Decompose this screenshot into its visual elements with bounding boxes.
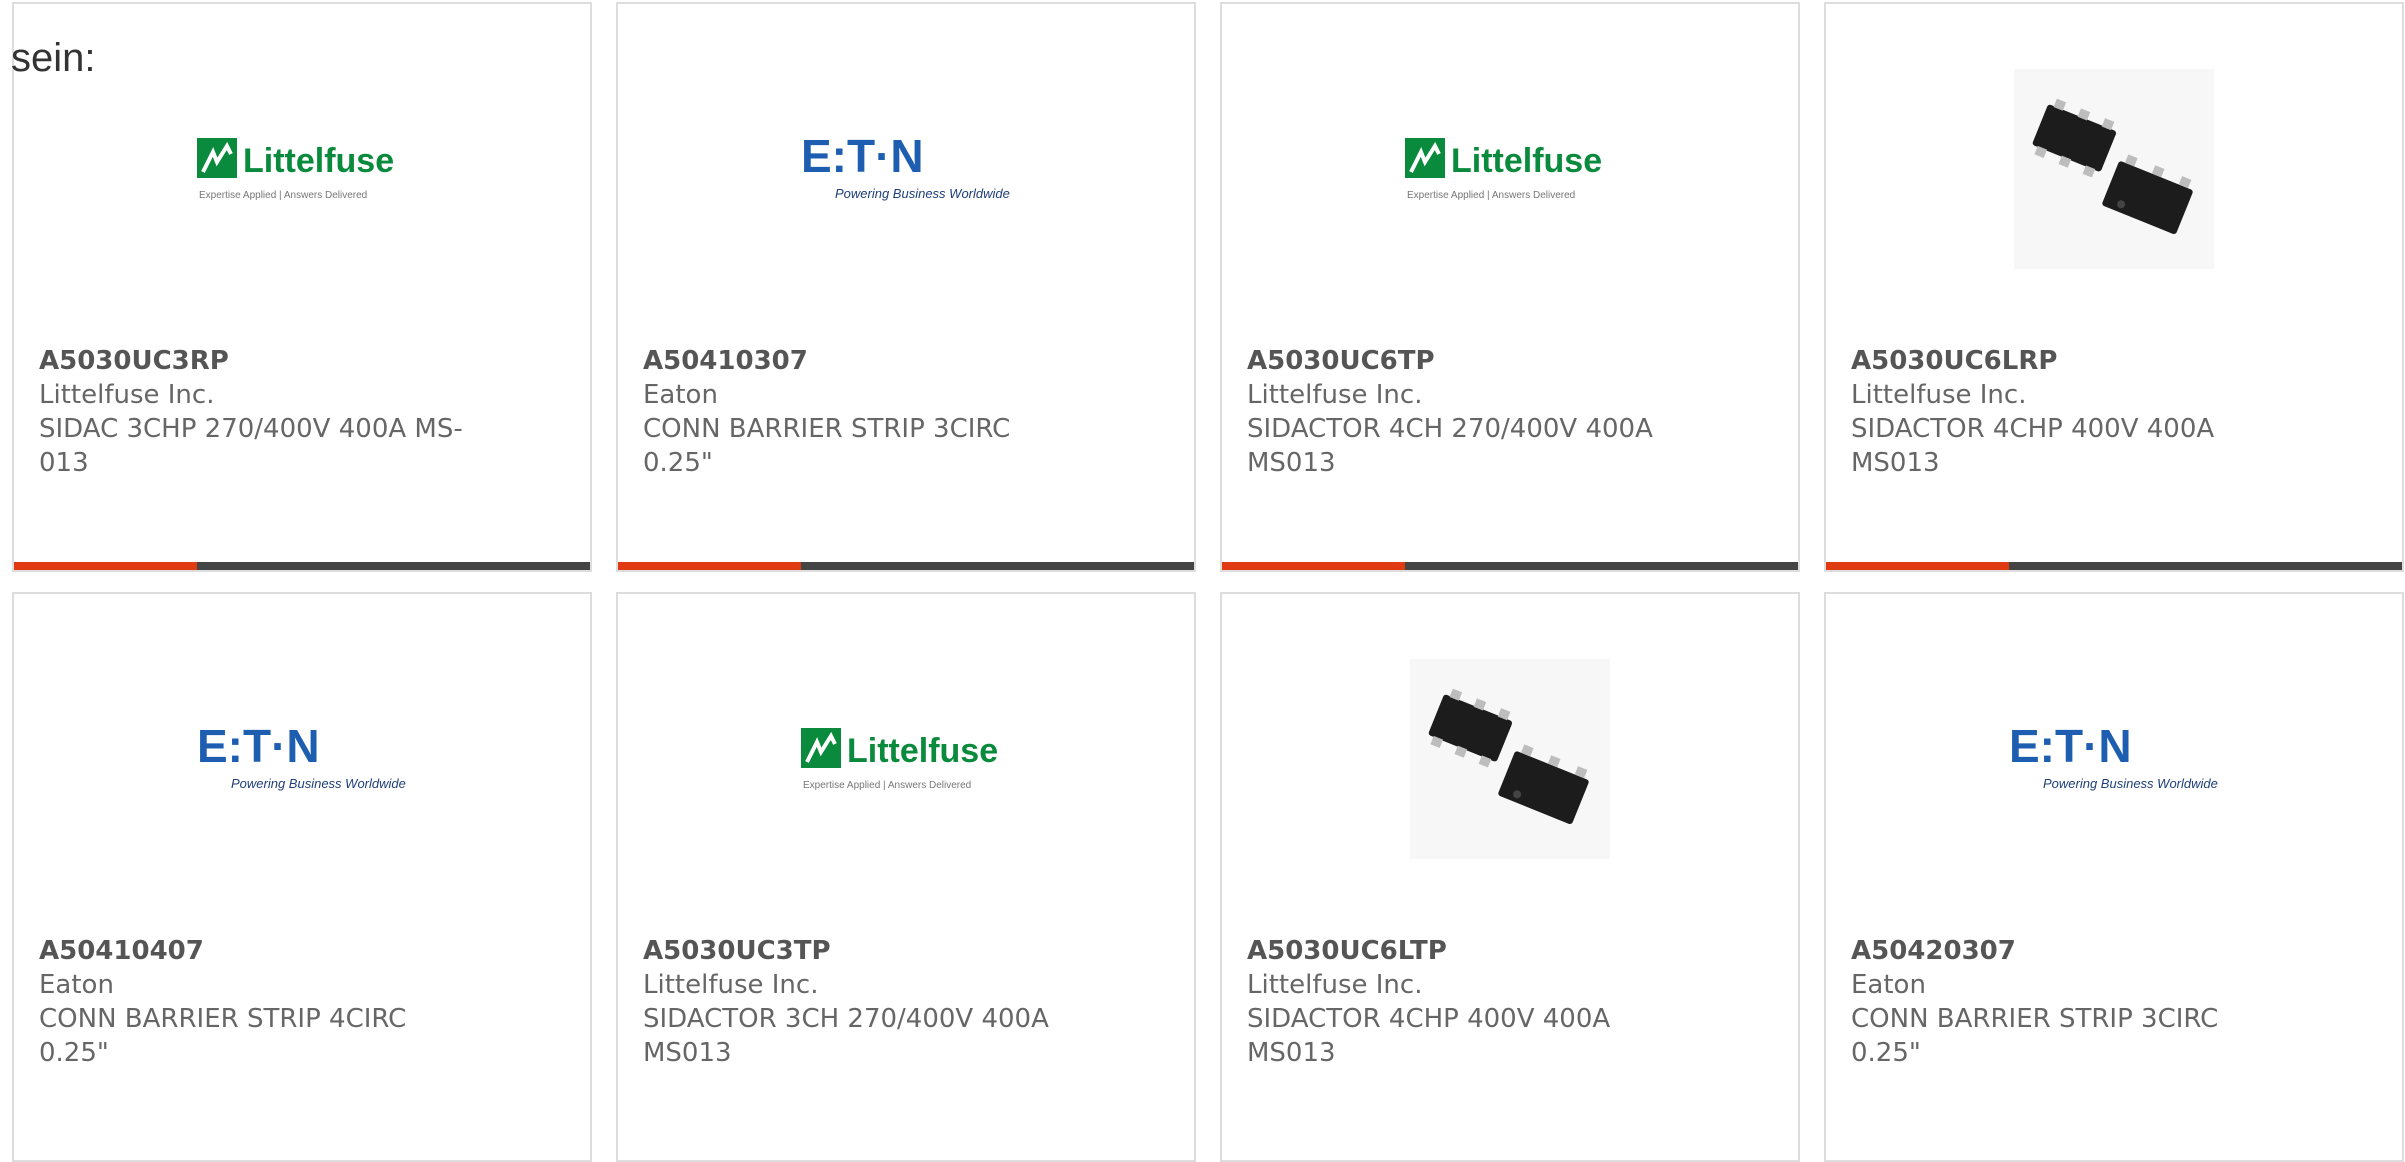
svg-text:Littelfuse: Littelfuse	[1451, 142, 1602, 180]
card-accent-bar	[14, 562, 197, 570]
product-info: A5030UC6TP Littelfuse Inc. SIDACTOR 4CH …	[1247, 344, 1687, 480]
part-number[interactable]: A5030UC6LRP	[1851, 344, 2291, 378]
description-line-1: CONN BARRIER STRIP 3CIRC	[643, 414, 1011, 444]
product-info: A5030UC6LRP Littelfuse Inc. SIDACTOR 4CH…	[1851, 344, 2291, 480]
product-image[interactable]	[1826, 64, 2402, 274]
svg-text:Powering Business Worldwide: Powering Business Worldwide	[231, 776, 406, 791]
littelfuse-logo: Littelfuse Expertise Applied | Answers D…	[197, 138, 394, 201]
product-info: A5030UC3RP Littelfuse Inc. SIDAC 3CHP 27…	[39, 344, 479, 480]
manufacturer: Littelfuse Inc.	[39, 380, 215, 410]
card-bottom-bar	[14, 562, 590, 570]
manufacturer: Littelfuse Inc.	[643, 970, 819, 1000]
card-bottom-bar	[1826, 562, 2402, 570]
part-number[interactable]: A50410307	[643, 344, 1083, 378]
eaton-logo: E:T·N Powering Business Worldwide	[197, 720, 406, 791]
product-grid: Littelfuse Expertise Applied | Answers D…	[12, 2, 2404, 1162]
manufacturer: Eaton	[1851, 970, 1926, 1000]
description-line-2: MS013	[1247, 1038, 1336, 1068]
description-line-2: MS013	[643, 1038, 732, 1068]
svg-text:Expertise Applied | Answers De: Expertise Applied | Answers Delivered	[803, 780, 971, 791]
svg-text:E:T·N: E:T·N	[197, 720, 320, 772]
product-image[interactable]: E:T·N Powering Business Worldwide	[14, 654, 590, 864]
svg-text:Expertise Applied | Answers De: Expertise Applied | Answers Delivered	[1407, 190, 1575, 201]
card-accent-bar	[1826, 562, 2009, 570]
product-card[interactable]: Littelfuse Expertise Applied | Answers D…	[616, 592, 1196, 1162]
ic-package-icon	[1428, 688, 1589, 825]
product-card[interactable]: Littelfuse Expertise Applied | Answers D…	[1220, 2, 1800, 572]
description-line-2: 013	[39, 448, 89, 478]
littelfuse-logo: Littelfuse Expertise Applied | Answers D…	[801, 728, 998, 791]
manufacturer: Eaton	[643, 380, 718, 410]
product-image[interactable]	[1222, 654, 1798, 864]
product-card[interactable]: A5030UC6LTP Littelfuse Inc. SIDACTOR 4CH…	[1220, 592, 1800, 1162]
svg-text:Powering Business Worldwide: Powering Business Worldwide	[2043, 776, 2218, 791]
chip-photo	[2014, 69, 2214, 269]
card-accent-bar	[1222, 562, 1405, 570]
product-card[interactable]: Littelfuse Expertise Applied | Answers D…	[12, 2, 592, 572]
manufacturer: Eaton	[39, 970, 114, 1000]
product-image[interactable]: Littelfuse Expertise Applied | Answers D…	[618, 654, 1194, 864]
manufacturer: Littelfuse Inc.	[1851, 380, 2027, 410]
product-info: A50420307 Eaton CONN BARRIER STRIP 3CIRC…	[1851, 934, 2291, 1070]
part-number[interactable]: A5030UC6LTP	[1247, 934, 1687, 968]
product-info: A50410407 Eaton CONN BARRIER STRIP 4CIRC…	[39, 934, 479, 1070]
svg-text:Powering Business Worldwide: Powering Business Worldwide	[835, 186, 1010, 201]
part-number[interactable]: A5030UC6TP	[1247, 344, 1687, 378]
eaton-logo: E:T·N Powering Business Worldwide	[2009, 720, 2218, 791]
product-info: A5030UC3TP Littelfuse Inc. SIDACTOR 3CH …	[643, 934, 1083, 1070]
card-bottom-bar	[618, 562, 1194, 570]
part-number[interactable]: A5030UC3TP	[643, 934, 1083, 968]
product-image[interactable]: E:T·N Powering Business Worldwide	[618, 64, 1194, 274]
part-number[interactable]: A50420307	[1851, 934, 2291, 968]
intro-text: sein:	[11, 36, 96, 80]
description-line-1: SIDAC 3CHP 270/400V 400A MS-	[39, 414, 463, 444]
svg-text:E:T·N: E:T·N	[2009, 720, 2132, 772]
product-image[interactable]: Littelfuse Expertise Applied | Answers D…	[14, 64, 590, 274]
description-line-1: SIDACTOR 4CHP 400V 400A	[1851, 414, 2215, 444]
product-card[interactable]: A5030UC6LRP Littelfuse Inc. SIDACTOR 4CH…	[1824, 2, 2404, 572]
description-line-2: MS013	[1247, 448, 1336, 478]
eaton-logo: E:T·N Powering Business Worldwide	[801, 130, 1010, 201]
product-info: A5030UC6LTP Littelfuse Inc. SIDACTOR 4CH…	[1247, 934, 1687, 1070]
description-line-1: CONN BARRIER STRIP 4CIRC	[39, 1004, 407, 1034]
description-line-2: 0.25"	[39, 1038, 109, 1068]
card-accent-bar	[618, 562, 801, 570]
product-info: A50410307 Eaton CONN BARRIER STRIP 3CIRC…	[643, 344, 1083, 480]
svg-text:E:T·N: E:T·N	[801, 130, 924, 182]
svg-text:Littelfuse: Littelfuse	[847, 732, 998, 770]
description-line-2: MS013	[1851, 448, 1940, 478]
description-line-1: CONN BARRIER STRIP 3CIRC	[1851, 1004, 2219, 1034]
product-image[interactable]: Littelfuse Expertise Applied | Answers D…	[1222, 64, 1798, 274]
description-line-2: 0.25"	[1851, 1038, 1921, 1068]
card-bottom-bar	[1222, 562, 1798, 570]
svg-text:Expertise Applied | Answers De: Expertise Applied | Answers Delivered	[199, 190, 367, 201]
ic-package-icon	[2032, 98, 2193, 235]
product-card[interactable]: E:T·N Powering Business Worldwide A50410…	[12, 592, 592, 1162]
part-number[interactable]: A5030UC3RP	[39, 344, 479, 378]
description-line-2: 0.25"	[643, 448, 713, 478]
chip-photo	[1410, 659, 1610, 859]
manufacturer: Littelfuse Inc.	[1247, 380, 1423, 410]
product-card[interactable]: E:T·N Powering Business Worldwide A50420…	[1824, 592, 2404, 1162]
manufacturer: Littelfuse Inc.	[1247, 970, 1423, 1000]
description-line-1: SIDACTOR 3CH 270/400V 400A	[643, 1004, 1049, 1034]
product-image[interactable]: E:T·N Powering Business Worldwide	[1826, 654, 2402, 864]
part-number[interactable]: A50410407	[39, 934, 479, 968]
svg-text:Littelfuse: Littelfuse	[243, 142, 394, 180]
description-line-1: SIDACTOR 4CH 270/400V 400A	[1247, 414, 1653, 444]
product-card[interactable]: E:T·N Powering Business Worldwide A50410…	[616, 2, 1196, 572]
description-line-1: SIDACTOR 4CHP 400V 400A	[1247, 1004, 1611, 1034]
littelfuse-logo: Littelfuse Expertise Applied | Answers D…	[1405, 138, 1602, 201]
